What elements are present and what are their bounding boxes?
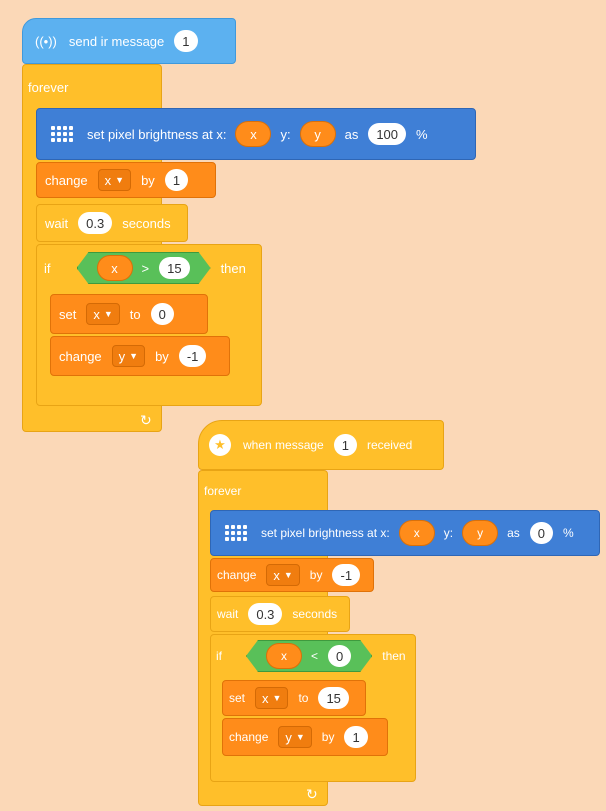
message-icon: ★ xyxy=(209,434,231,456)
chevron-down-icon: ▼ xyxy=(283,570,293,580)
variable-dropdown[interactable]: y ▼ xyxy=(278,726,312,748)
variable-dropdown[interactable]: x ▼ xyxy=(266,564,300,586)
loop-arrow-icon: ↻ xyxy=(306,786,318,802)
chevron-down-icon: ▼ xyxy=(295,732,305,742)
y-reporter[interactable]: y xyxy=(462,520,499,546)
set-x-block[interactable]: set x ▼ to 15 xyxy=(222,680,366,716)
compare-value-input[interactable]: 0 xyxy=(328,645,351,667)
chevron-down-icon: ▼ xyxy=(272,693,282,703)
change-y-block[interactable]: change y ▼ by 1 xyxy=(222,718,388,756)
less-than-operator[interactable]: x < 0 xyxy=(246,640,372,672)
set-pixel-brightness-block[interactable]: set pixel brightness at x: x y: y as 0 % xyxy=(210,510,600,556)
script-2: forever ↻ ★ when message 1 received set … xyxy=(0,0,606,811)
change-x-block[interactable]: change x ▼ by -1 xyxy=(210,558,374,592)
brightness-input[interactable]: 0 xyxy=(529,522,553,544)
led-matrix-icon xyxy=(225,525,247,541)
wait-block[interactable]: wait 0.3 seconds xyxy=(210,596,350,632)
change-amount-input[interactable]: 1 xyxy=(344,726,368,748)
message-number-input[interactable]: 1 xyxy=(333,434,357,456)
change-amount-input[interactable]: -1 xyxy=(332,564,361,586)
if-header: if x < 0 then xyxy=(210,634,416,678)
forever-label: forever xyxy=(204,484,242,498)
when-message-received-block[interactable]: ★ when message 1 received xyxy=(198,420,444,470)
wait-seconds-input[interactable]: 0.3 xyxy=(248,603,283,625)
x-reporter[interactable]: x xyxy=(266,643,302,669)
x-reporter[interactable]: x xyxy=(398,520,435,546)
set-value-input[interactable]: 15 xyxy=(318,687,349,709)
variable-dropdown[interactable]: x ▼ xyxy=(255,687,289,709)
